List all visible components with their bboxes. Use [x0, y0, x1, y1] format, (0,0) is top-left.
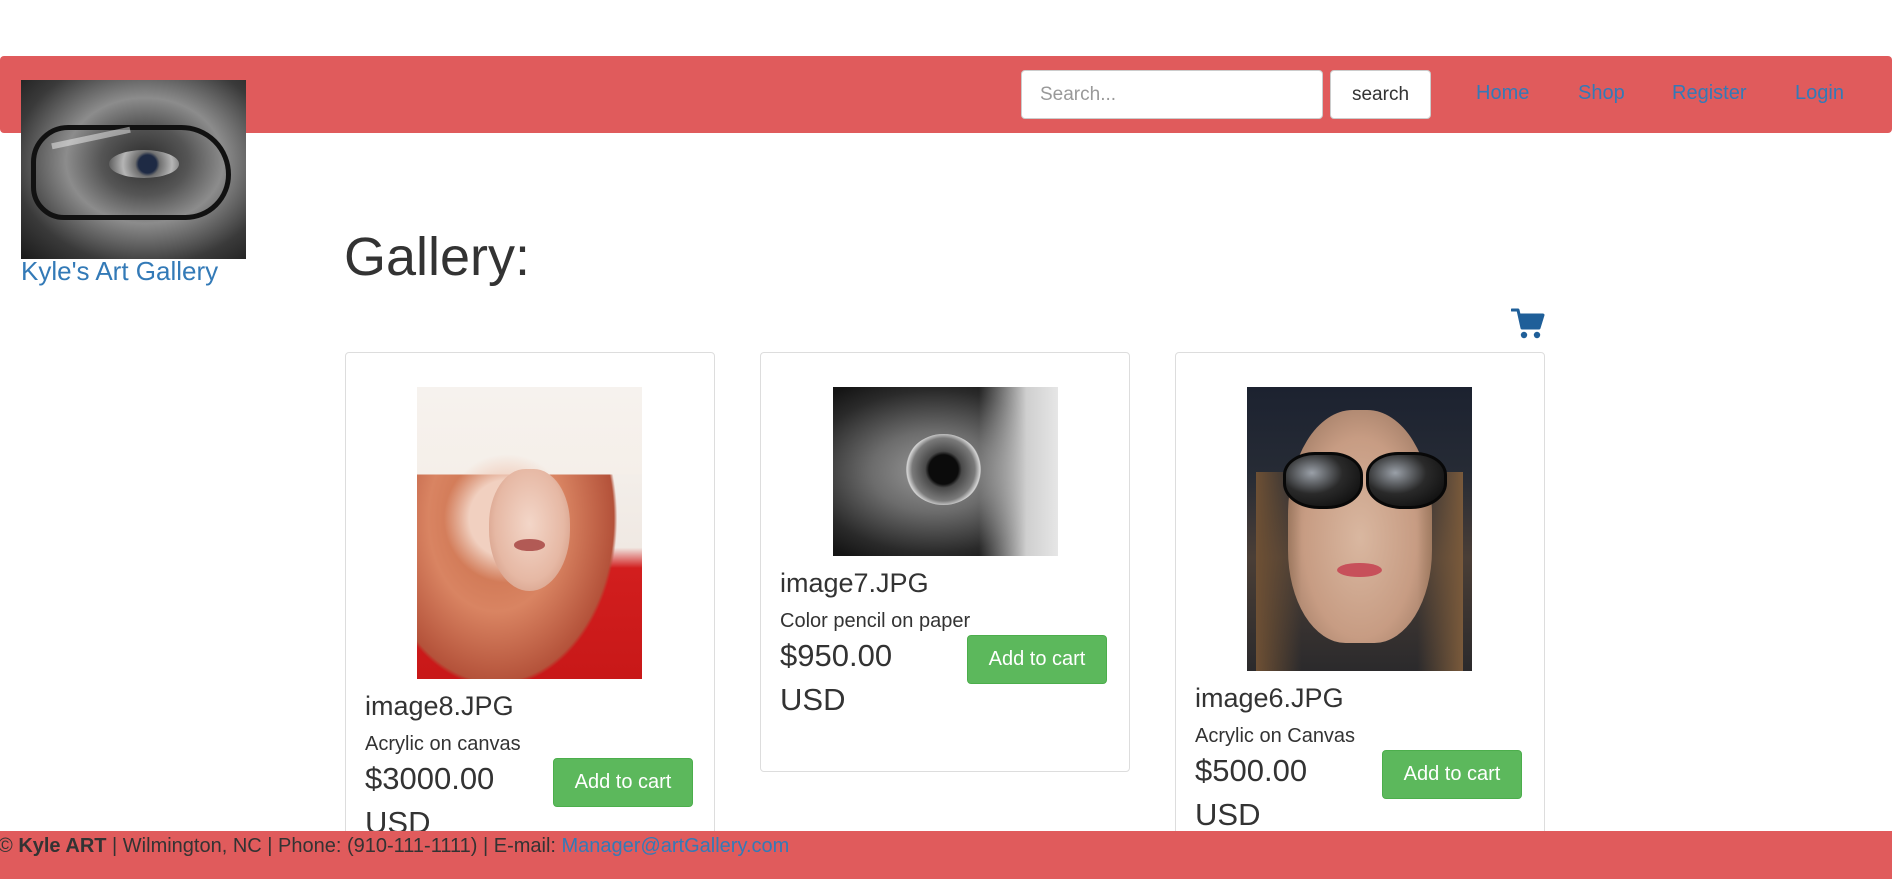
product-description: Acrylic on canvas [365, 733, 521, 755]
footer-company: Kyle ART [18, 835, 107, 857]
nav-login[interactable]: Login [1795, 82, 1844, 105]
product-name: image6.JPG [1195, 683, 1344, 713]
brand-link[interactable]: Kyle's Art Gallery [21, 256, 218, 287]
brand-logo-image[interactable] [21, 80, 246, 259]
nav-home[interactable]: Home [1476, 82, 1529, 105]
product-name: image8.JPG [365, 691, 514, 721]
artwork-sunglasses-left [1283, 452, 1364, 510]
nav-shop[interactable]: Shop [1578, 82, 1625, 105]
add-to-cart-button[interactable]: Add to cart [1382, 750, 1522, 799]
shopping-cart-icon[interactable] [1511, 307, 1545, 341]
nav-register[interactable]: Register [1672, 82, 1746, 105]
product-name: image7.JPG [780, 568, 929, 598]
product-price: $500.00 USD [1195, 753, 1308, 832]
search-input[interactable] [1021, 70, 1323, 119]
artwork-sunglasses-right [1366, 452, 1447, 510]
add-to-cart-button[interactable]: Add to cart [967, 635, 1107, 684]
page-title: Gallery: [344, 227, 531, 287]
product-image[interactable] [1247, 387, 1472, 671]
footer-details: | Wilmington, NC | Phone: (910-111-1111)… [112, 835, 556, 857]
artwork-iris [905, 434, 982, 506]
product-description: Color pencil on paper [780, 610, 971, 632]
logo-glasses [31, 125, 231, 220]
product-image[interactable] [833, 387, 1058, 556]
footer-text: © Kyle ART | Wilmington, NC | Phone: (91… [0, 835, 789, 858]
product-price: $950.00 USD [780, 638, 893, 717]
product-image[interactable] [417, 387, 642, 679]
product-card: image6.JPG Acrylic on Canvas $500.00 USD… [1175, 352, 1545, 852]
product-card: image7.JPG Color pencil on paper $950.00… [760, 352, 1130, 772]
footer-email-link[interactable]: Manager@artGallery.com [562, 835, 790, 857]
product-description: Acrylic on Canvas [1195, 725, 1356, 747]
artwork-lips [513, 538, 546, 551]
add-to-cart-button[interactable]: Add to cart [553, 758, 693, 807]
copyright-symbol: © [0, 835, 13, 857]
artwork-face [489, 468, 570, 592]
artwork-skin [979, 387, 1058, 556]
product-card: image8.JPG Acrylic on canvas $3000.00 US… [345, 352, 715, 852]
search-button[interactable]: search [1330, 70, 1431, 119]
